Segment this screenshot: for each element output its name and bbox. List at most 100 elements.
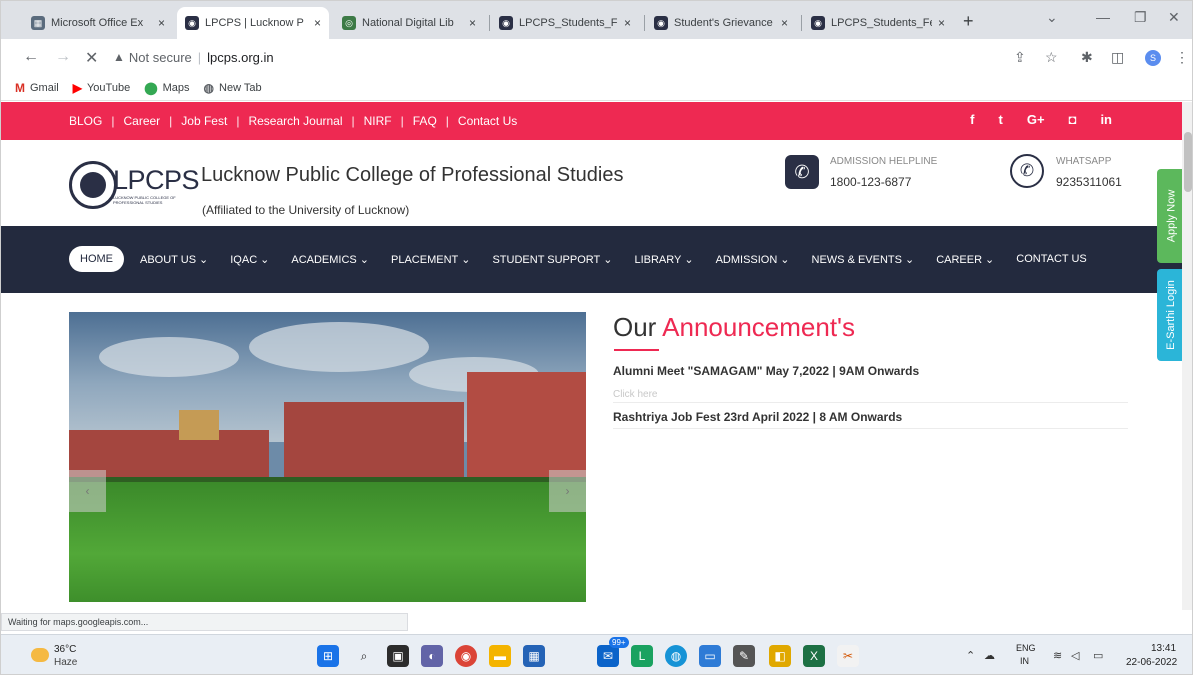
bookmark-gmail[interactable]: M Gmail xyxy=(15,81,59,95)
windows-start-icon[interactable]: ⊞ xyxy=(317,645,339,667)
forward-icon[interactable]: → xyxy=(55,48,71,66)
nav-item-admission[interactable]: ADMISSION ⌄ xyxy=(716,253,790,266)
nav-item-iqac[interactable]: IQAC ⌄ xyxy=(230,253,269,266)
facebook-icon[interactable]: f xyxy=(970,112,974,127)
browser-tab-5[interactable]: ◉ Student's Grievance × xyxy=(646,7,796,39)
top-link-career[interactable]: Career xyxy=(123,114,160,128)
nav-item-career[interactable]: CAREER ⌄ xyxy=(936,253,994,266)
e-sarthi-login-tab[interactable]: E-Sarthi Login xyxy=(1157,269,1185,361)
edge-icon[interactable]: ◍ xyxy=(665,645,687,667)
nav-item-library[interactable]: LIBRARY ⌄ xyxy=(634,253,693,266)
browser-tab-3[interactable]: ◎ National Digital Lib × xyxy=(334,7,484,39)
store-icon[interactable]: ▦ xyxy=(523,645,545,667)
college-name: Lucknow Public College of Professional S… xyxy=(201,164,624,186)
google-plus-icon[interactable]: G+ xyxy=(1027,112,1045,127)
bookmark-youtube[interactable]: ▶ YouTube xyxy=(73,81,130,95)
weather-haze-icon[interactable] xyxy=(31,648,49,662)
snipping-tool-icon[interactable]: ✂ xyxy=(837,645,859,667)
clock-time[interactable]: 13:41 xyxy=(1151,643,1176,654)
tab-search-icon[interactable]: ⌄ xyxy=(1046,9,1058,26)
announcement-item[interactable]: Rashtriya Job Fest 23rd April 2022 | 8 A… xyxy=(613,410,902,424)
weather-description[interactable]: Haze xyxy=(54,657,77,668)
announcement-item[interactable]: Alumni Meet "SAMAGAM" May 7,2022 | 9AM O… xyxy=(613,364,919,378)
share-icon[interactable]: ⇪ xyxy=(1014,49,1026,66)
whatsapp-number[interactable]: 9235311061 xyxy=(1056,175,1122,189)
browser-tab-1[interactable]: ▦ Microsoft Office Ex × xyxy=(23,7,173,39)
logo-text[interactable]: LPCPS xyxy=(113,165,200,196)
browser-tab-2[interactable]: ◉ LPCPS | Lucknow P × xyxy=(177,7,329,39)
sticky-app-icon[interactable]: ◧ xyxy=(769,645,791,667)
tab-title: LPCPS_Students_Fe xyxy=(831,17,932,29)
twitter-icon[interactable]: t xyxy=(999,112,1003,127)
apply-now-tab[interactable]: Apply Now xyxy=(1157,169,1185,263)
address-bar[interactable]: ▲ Not secure | lpcps.org.in xyxy=(113,45,1113,69)
chat-icon[interactable]: ◐ xyxy=(421,645,443,667)
wifi-icon[interactable]: ≋ xyxy=(1053,649,1062,662)
scrollbar-thumb[interactable] xyxy=(1184,132,1192,192)
nav-item-student-support[interactable]: STUDENT SUPPORT ⌄ xyxy=(492,253,612,266)
close-tab-icon[interactable]: × xyxy=(938,16,945,30)
stop-loading-icon[interactable]: ✕ xyxy=(85,48,98,68)
menu-kebab-icon[interactable]: ⋮ xyxy=(1175,49,1189,66)
close-tab-icon[interactable]: × xyxy=(624,16,631,30)
back-icon[interactable]: ← xyxy=(23,48,39,66)
top-link-nirf[interactable]: NIRF xyxy=(364,114,392,128)
volume-icon[interactable]: ◁ xyxy=(1071,649,1079,662)
maximize-icon[interactable]: ❐ xyxy=(1134,9,1147,26)
top-link-blog[interactable]: BLOG xyxy=(69,114,102,128)
top-link-contact-us[interactable]: Contact Us xyxy=(458,114,517,128)
gmail-icon: M xyxy=(15,80,25,95)
bookmark-star-icon[interactable]: ☆ xyxy=(1045,49,1058,66)
photo-app-icon[interactable]: ✎ xyxy=(733,645,755,667)
browser-tab-4[interactable]: ◉ LPCPS_Students_Fe × xyxy=(491,7,639,39)
close-tab-icon[interactable]: × xyxy=(469,16,476,30)
language-line-2[interactable]: IN xyxy=(1020,656,1029,666)
bookmark-new-tab[interactable]: ◍ New Tab xyxy=(204,81,262,95)
language-line-1[interactable]: ENG xyxy=(1016,643,1036,653)
file-explorer-icon[interactable]: ▬ xyxy=(489,645,511,667)
task-view-icon[interactable]: ▣ xyxy=(387,645,409,667)
chrome-icon[interactable]: ◉ xyxy=(455,645,477,667)
nav-item-label: ABOUT US xyxy=(140,253,197,266)
close-tab-icon[interactable]: × xyxy=(158,16,165,30)
top-link-faq[interactable]: FAQ xyxy=(413,114,437,128)
tab-title: National Digital Lib xyxy=(362,17,454,29)
page-scrollbar[interactable] xyxy=(1182,102,1192,610)
cloud-sync-icon[interactable]: ☁ xyxy=(984,649,995,662)
minimize-icon[interactable]: — xyxy=(1096,9,1110,25)
excel-icon[interactable]: X xyxy=(803,645,825,667)
slider-prev-button[interactable]: ‹ xyxy=(69,470,106,512)
libreoffice-icon[interactable]: L xyxy=(631,645,653,667)
extensions-icon[interactable]: ✱ xyxy=(1081,49,1093,66)
helpline-number[interactable]: 1800-123-6877 xyxy=(830,175,911,189)
mail-icon[interactable]: ✉ xyxy=(597,645,619,667)
show-hidden-icons-icon[interactable]: ⌃ xyxy=(966,649,975,662)
college-seal-icon[interactable] xyxy=(69,161,117,209)
announcement-click-here-link[interactable]: Click here xyxy=(613,389,657,400)
close-tab-icon[interactable]: × xyxy=(314,16,321,30)
instagram-icon[interactable]: ◘ xyxy=(1069,112,1077,127)
new-tab-button[interactable]: + xyxy=(963,11,974,32)
clock-date[interactable]: 22-06-2022 xyxy=(1126,657,1177,668)
browser-tab-6[interactable]: ◉ LPCPS_Students_Fe × xyxy=(803,7,953,39)
top-link-job-fest[interactable]: Job Fest xyxy=(181,114,227,128)
monitor-icon[interactable]: ▭ xyxy=(699,645,721,667)
side-panel-icon[interactable]: ◫ xyxy=(1111,49,1124,66)
nav-item-contact-us[interactable]: CONTACT US xyxy=(1016,253,1087,265)
nav-item-placement[interactable]: PLACEMENT ⌄ xyxy=(391,253,470,266)
slider-next-button[interactable]: › xyxy=(549,470,586,512)
bookmark-maps[interactable]: ⬤ Maps xyxy=(144,81,189,95)
nav-item-about-us[interactable]: ABOUT US ⌄ xyxy=(140,253,208,266)
battery-icon[interactable]: ▭ xyxy=(1093,649,1103,662)
nav-item-news-events[interactable]: NEWS & EVENTS ⌄ xyxy=(812,253,915,266)
close-tab-icon[interactable]: × xyxy=(781,16,788,30)
windows-taskbar: 36°C Haze ⊞ ⌕ ▣ ◐ ◉ ▬ ▦ ✉ 99+ L ◍ ▭ ✎ ◧ … xyxy=(1,634,1192,674)
nav-item-academics[interactable]: ACADEMICS ⌄ xyxy=(291,253,369,266)
nav-item-home[interactable]: HOME xyxy=(69,246,124,272)
search-icon[interactable]: ⌕ xyxy=(353,645,375,667)
profile-avatar[interactable]: S xyxy=(1145,50,1161,66)
top-link-research-journal[interactable]: Research Journal xyxy=(248,114,342,128)
close-window-icon[interactable]: ✕ xyxy=(1168,9,1180,26)
weather-temperature[interactable]: 36°C xyxy=(54,644,76,655)
linkedin-icon[interactable]: in xyxy=(1100,112,1112,127)
